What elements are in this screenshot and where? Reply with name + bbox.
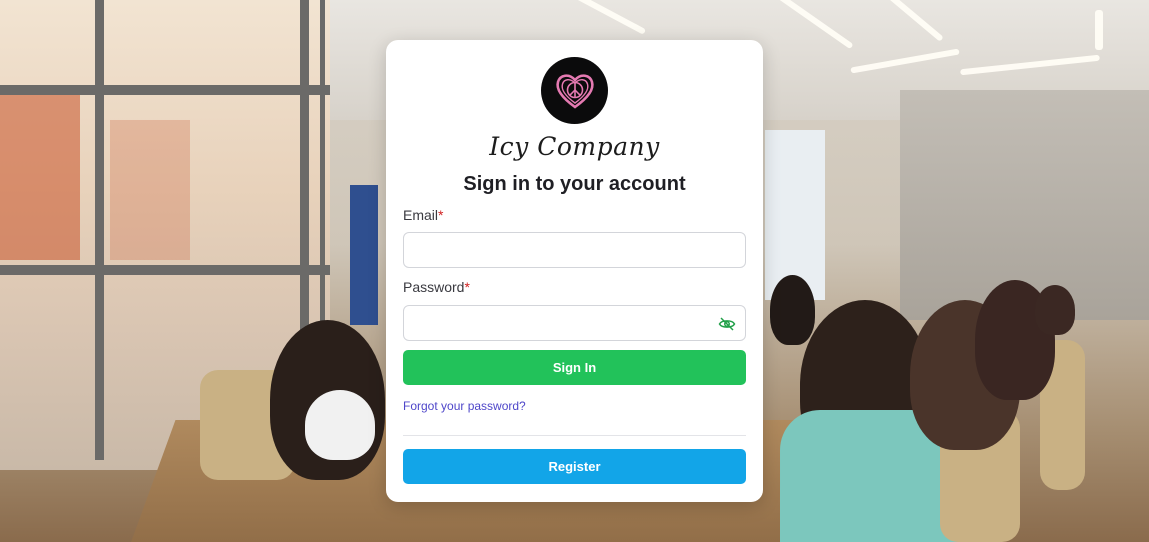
brand-logo [541,57,608,124]
login-card: Icy Company Sign in to your account Emai… [386,40,763,502]
forgot-password-link[interactable]: Forgot your password? [403,399,526,413]
password-required-mark: * [464,279,470,295]
page-title: Sign in to your account [463,173,686,195]
password-label-text: Password [403,279,465,295]
email-field-wrapper [403,232,746,268]
eye-slash-icon[interactable] [718,315,736,333]
register-button[interactable]: Register [403,449,746,484]
password-field[interactable] [404,306,745,340]
password-field-wrapper [403,305,746,341]
email-field[interactable] [404,233,745,267]
email-required-mark: * [438,207,444,223]
brand-name: Icy Company [489,132,660,161]
password-label: Password* [403,279,470,295]
divider [403,435,746,436]
email-label-text: Email [403,207,439,223]
email-label: Email* [403,207,443,223]
heart-peace-icon [555,73,594,109]
sign-in-button[interactable]: Sign In [403,350,746,385]
